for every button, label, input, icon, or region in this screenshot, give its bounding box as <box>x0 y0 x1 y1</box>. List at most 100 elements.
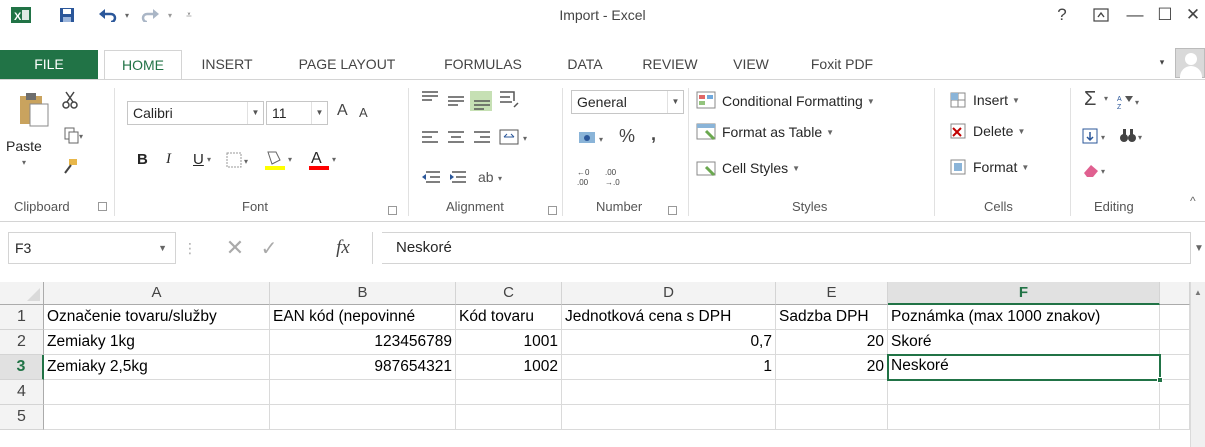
maximize-button[interactable]: ☐ <box>1150 0 1180 30</box>
vertical-align-buttons[interactable] <box>418 88 548 112</box>
cell-a3[interactable]: Zemiaky 2,5kg <box>44 355 270 380</box>
tab-formulas[interactable]: FORMULAS <box>428 50 538 79</box>
cell-f2[interactable]: Skoré <box>888 330 1160 355</box>
font-dialog-launcher-icon[interactable] <box>388 206 397 215</box>
column-header-g[interactable] <box>1160 282 1190 305</box>
indent-orientation-buttons[interactable]: ab ▾ <box>418 166 528 190</box>
enter-icon[interactable]: ✓ <box>256 236 282 260</box>
font-color-icon[interactable]: A ▾ <box>304 146 346 174</box>
insert-function-icon[interactable]: fx <box>330 235 356 261</box>
fill-color-icon[interactable]: ▾ <box>260 146 302 174</box>
percent-button[interactable]: % <box>619 126 635 147</box>
help-button[interactable]: ? <box>1047 0 1077 30</box>
clipboard-dialog-launcher-icon[interactable] <box>98 202 107 211</box>
cell-e4[interactable] <box>776 380 888 405</box>
decimal-buttons[interactable]: ←0.00.00 →.0 <box>573 164 633 190</box>
column-header-f[interactable]: F <box>888 282 1160 305</box>
number-dialog-launcher-icon[interactable] <box>668 206 677 215</box>
underline-dropdown-icon[interactable]: ▾ <box>207 155 211 164</box>
column-header-d[interactable]: D <box>562 282 776 305</box>
minimize-button[interactable]: — <box>1120 0 1150 30</box>
clear-icon[interactable]: ▾ <box>1080 158 1112 182</box>
account-avatar[interactable] <box>1175 48 1205 79</box>
select-all-button[interactable] <box>0 282 44 305</box>
number-format-combo[interactable]: General ▼ <box>571 90 684 114</box>
format-cells-button[interactable]: Format ▼ <box>949 158 1029 176</box>
cell-b1[interactable]: EAN kód (nepovinné <box>270 305 456 330</box>
shrink-font-button[interactable]: A <box>359 105 368 120</box>
font-size-combo[interactable]: 11 ▼ <box>266 101 328 125</box>
cell-a1[interactable]: Označenie tovaru/služby <box>44 305 270 330</box>
tab-foxit-pdf[interactable]: Foxit PDF <box>792 50 892 79</box>
collapse-ribbon-caret-icon[interactable]: ^ <box>1190 194 1196 208</box>
column-header-a[interactable]: A <box>44 282 270 305</box>
column-header-c[interactable]: C <box>456 282 562 305</box>
row-header[interactable]: 4 <box>0 380 44 405</box>
font-name-combo[interactable]: Calibri ▼ <box>127 101 264 125</box>
cell-e5[interactable] <box>776 405 888 430</box>
cell-a4[interactable] <box>44 380 270 405</box>
insert-cells-button[interactable]: Insert ▼ <box>949 91 1020 109</box>
row-header[interactable]: 3 <box>0 355 44 380</box>
fill-icon[interactable]: ▾ <box>1080 124 1112 148</box>
cell-c1[interactable]: Kód tovaru <box>456 305 562 330</box>
row-header[interactable]: 1 <box>0 305 44 330</box>
cell-d1[interactable]: Jednotková cena s DPH <box>562 305 776 330</box>
chevron-down-icon[interactable]: ▼ <box>247 102 263 124</box>
cell-g2[interactable] <box>1160 330 1190 355</box>
format-painter-icon[interactable] <box>58 154 82 178</box>
expand-formula-bar-icon[interactable]: ▼ <box>1194 238 1204 258</box>
tab-review[interactable]: REVIEW <box>630 50 710 79</box>
row-header[interactable]: 5 <box>0 405 44 430</box>
fill-handle[interactable] <box>1157 377 1163 383</box>
tab-file[interactable]: FILE <box>0 50 98 79</box>
column-header-b[interactable]: B <box>270 282 456 305</box>
cell-g3[interactable] <box>1160 355 1190 380</box>
cell-c3[interactable]: 1002 <box>456 355 562 380</box>
sort-filter-icon[interactable]: A Z ▾ <box>1114 90 1144 112</box>
cell-f1[interactable]: Poznámka (max 1000 znakov) <box>888 305 1160 330</box>
cell-e1[interactable]: Sadzba DPH <box>776 305 888 330</box>
autosum-button[interactable]: Σ <box>1084 88 1096 111</box>
cell-b4[interactable] <box>270 380 456 405</box>
cell-d4[interactable] <box>562 380 776 405</box>
tab-page-layout[interactable]: PAGE LAYOUT <box>280 50 414 79</box>
cell-styles-button[interactable]: Cell Styles ▼ <box>696 158 800 178</box>
chevron-down-icon[interactable]: ▼ <box>311 102 327 124</box>
scroll-up-icon[interactable]: ▲ <box>1194 288 1202 297</box>
cell-b2[interactable]: 123456789 <box>270 330 456 355</box>
formula-input[interactable]: Neskoré <box>382 232 1191 264</box>
cell-f4[interactable] <box>888 380 1160 405</box>
cell-g4[interactable] <box>1160 380 1190 405</box>
grow-font-button[interactable]: A <box>337 102 348 120</box>
name-box[interactable]: F3 ▼ <box>8 232 176 264</box>
autosum-dropdown-icon[interactable]: ▾ <box>1104 94 1108 103</box>
column-header-e[interactable]: E <box>776 282 888 305</box>
format-as-table-button[interactable]: Format as Table ▼ <box>696 122 834 142</box>
cancel-icon[interactable]: ✕ <box>222 235 248 260</box>
cut-icon[interactable] <box>58 88 82 112</box>
cell-c2[interactable]: 1001 <box>456 330 562 355</box>
cell-e2[interactable]: 20 <box>776 330 888 355</box>
cell-a2[interactable]: Zemiaky 1kg <box>44 330 270 355</box>
ribbon-display-options-icon[interactable] <box>1086 0 1116 30</box>
tab-insert[interactable]: INSERT <box>190 50 264 79</box>
cell-f5[interactable] <box>888 405 1160 430</box>
cell-d3[interactable]: 1 <box>562 355 776 380</box>
italic-button[interactable]: I <box>166 151 171 168</box>
paste-icon[interactable] <box>12 88 56 130</box>
cell-g5[interactable] <box>1160 405 1190 430</box>
borders-icon[interactable]: ▾ <box>222 148 258 172</box>
tab-home[interactable]: HOME <box>104 50 182 80</box>
chevron-down-icon[interactable]: ▼ <box>158 233 167 263</box>
copy-icon[interactable]: ▾ <box>58 124 90 148</box>
tab-view[interactable]: VIEW <box>722 50 780 79</box>
alignment-dialog-launcher-icon[interactable] <box>548 206 557 215</box>
paste-dropdown-icon[interactable]: ▾ <box>22 158 26 167</box>
cell-b3[interactable]: 987654321 <box>270 355 456 380</box>
underline-button[interactable]: U <box>193 151 204 168</box>
cell-a5[interactable] <box>44 405 270 430</box>
collapse-ribbon-icon[interactable]: ▾ <box>1155 48 1169 77</box>
comma-button[interactable]: , <box>651 124 656 145</box>
horizontal-align-buttons[interactable]: ▾ <box>418 126 558 150</box>
